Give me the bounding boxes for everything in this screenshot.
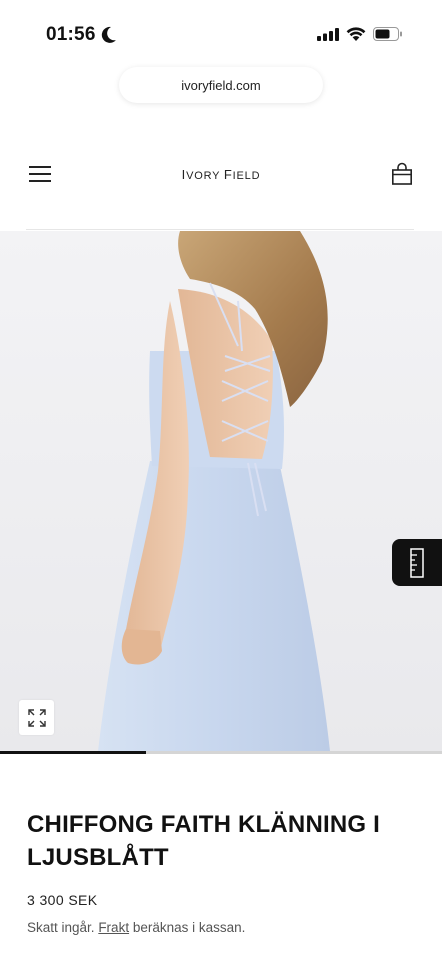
battery-icon [373,27,402,41]
product-photo [98,231,330,751]
moon-icon [101,26,116,43]
signal-icon [317,28,339,41]
gallery-progress-fill [0,751,146,754]
expand-icon [27,708,46,727]
site-header: Ivory Field [0,140,442,210]
product-price: 3 300 SEK [27,892,98,908]
brand-word-ield: ield [232,170,261,182]
brand-letter-f: F [223,167,233,182]
wifi-icon [346,27,366,41]
tax-suffix: beräknas i kassan. [132,920,246,935]
expand-image-button[interactable] [19,700,54,735]
tax-prefix: Skatt ingår. [27,920,95,935]
size-guide-tab[interactable] [392,539,442,586]
address-bar[interactable]: ivoryfield.com [119,67,323,103]
tax-note: Skatt ingår. Frakt beräknas i kassan. [27,920,245,935]
product-title: CHIFFONG FAITH KLÄNNING I LJUSBLÅTT [27,811,380,871]
shipping-link[interactable]: Frakt [98,920,129,935]
ruler-icon [410,547,424,578]
header-divider [26,229,414,230]
product-image[interactable] [0,231,442,751]
status-bar: 01:56 [0,0,442,60]
brand-logo[interactable]: Ivory Field [0,167,442,182]
shopping-bag-icon[interactable] [390,162,414,186]
gallery-progress [0,751,442,754]
status-time: 01:56 [46,24,96,45]
brand-word-vory: vory [186,170,221,182]
url-text: ivoryfield.com [181,77,261,93]
